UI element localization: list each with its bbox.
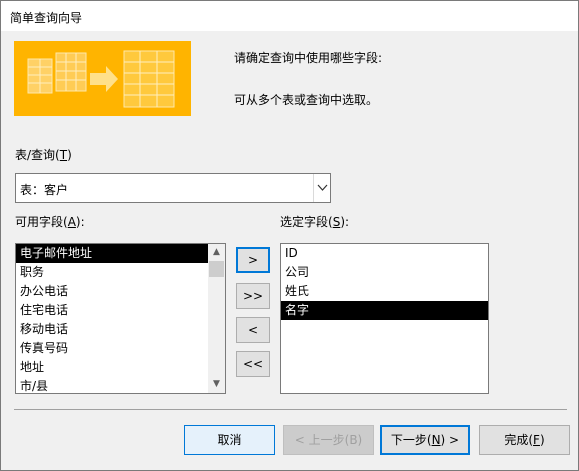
table-query-label: 表/查询(T) [15, 148, 72, 162]
available-fields-list[interactable]: 电子邮件地址 职务 办公电话 住宅电话 移动电话 传真号码 地址 市/县 ▲ ▼ [15, 243, 226, 394]
window-title: 简单查询向导 [10, 11, 83, 25]
list-item[interactable]: 名字 [281, 301, 488, 320]
title-bar: 简单查询向导 [1, 1, 578, 31]
remove-field-button[interactable]: < [236, 317, 270, 343]
scroll-up-icon[interactable]: ▲ [208, 244, 225, 261]
list-item[interactable]: 电子邮件地址 [16, 244, 208, 263]
add-field-button[interactable]: > [236, 247, 270, 273]
table-query-dropdown[interactable]: 表：客户 [15, 173, 331, 203]
selected-fields-label: 选定字段(S): [280, 215, 350, 229]
list-item[interactable]: 姓氏 [281, 282, 488, 301]
available-fields-label: 可用字段(A): [15, 215, 85, 229]
cancel-button[interactable]: 取消 [184, 425, 275, 455]
table-query-value: 表：客户 [20, 183, 69, 197]
footer-divider [14, 409, 567, 410]
list-item[interactable]: 职务 [16, 263, 208, 282]
finish-button[interactable]: 完成(F) [479, 425, 570, 455]
list-item[interactable]: 地址 [16, 358, 208, 377]
selected-fields-list[interactable]: ID 公司 姓氏 名字 [280, 243, 489, 394]
list-item[interactable]: 市/县 [16, 377, 208, 393]
remove-all-fields-button[interactable]: << [236, 351, 270, 377]
back-button[interactable]: < 上一步(B) [283, 425, 374, 455]
list-item[interactable]: 传真号码 [16, 339, 208, 358]
list-item[interactable]: 住宅电话 [16, 301, 208, 320]
list-item[interactable]: ID [281, 244, 488, 263]
list-item[interactable]: 移动电话 [16, 320, 208, 339]
available-fields-scrollbar[interactable]: ▲ ▼ [208, 244, 225, 393]
simple-query-wizard-dialog: 简单查询向导 请确定查询中使用哪些字段: 可从多个表或查询中选取。 表/查询(T… [0, 0, 579, 471]
instruction-line-2: 可从多个表或查询中选取。 [234, 93, 379, 107]
wizard-banner-illustration [14, 41, 191, 116]
instruction-line-1: 请确定查询中使用哪些字段: [234, 51, 383, 65]
add-all-fields-button[interactable]: >> [236, 283, 270, 309]
next-button[interactable]: 下一步(N) > [380, 425, 470, 455]
list-item[interactable]: 办公电话 [16, 282, 208, 301]
list-item[interactable]: 公司 [281, 263, 488, 282]
chevron-down-icon [317, 184, 328, 191]
scroll-down-icon[interactable]: ▼ [208, 376, 225, 393]
scrollbar-thumb[interactable] [209, 261, 224, 277]
dropdown-button[interactable] [313, 174, 330, 202]
